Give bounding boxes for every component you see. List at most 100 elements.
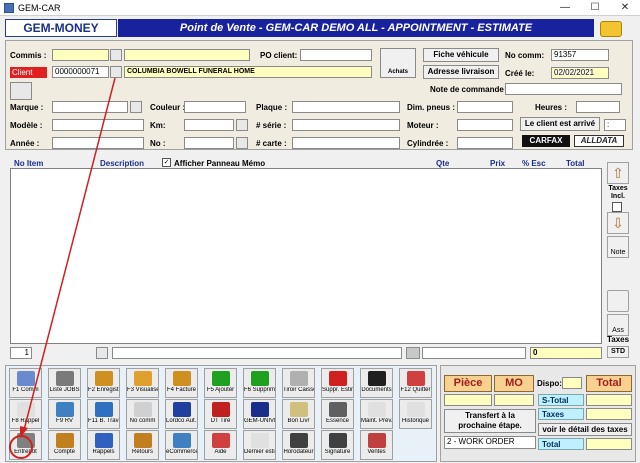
tile-ecommerce[interactable]: eCommerce xyxy=(165,430,198,460)
col-total: Total xyxy=(566,159,585,168)
commis-search-icon[interactable] xyxy=(110,49,122,61)
tile-entrep-t[interactable]: Entrepôt xyxy=(9,430,42,460)
dispo-field xyxy=(562,377,582,389)
minimize-button[interactable]: — xyxy=(550,0,580,16)
dim-pneus-input[interactable] xyxy=(457,101,513,113)
move-up-icon[interactable]: ⇧ xyxy=(607,162,629,184)
no-input[interactable] xyxy=(184,137,234,149)
col-qte: Qte xyxy=(436,159,450,168)
hexagon-icon[interactable] xyxy=(607,290,629,312)
tile-label: F4 Facture xyxy=(166,387,196,393)
tile-label: Signature xyxy=(324,449,351,455)
tile-f2-enregistrer[interactable]: F2 Enregistrer xyxy=(87,368,120,398)
col-no-item: No Item xyxy=(14,159,44,168)
couleur-label: Couleur : xyxy=(150,103,186,112)
close-button[interactable]: ✕ xyxy=(610,0,640,16)
transfert-button[interactable]: Transfert à la prochaine étape. xyxy=(444,409,536,433)
note-button[interactable]: Note xyxy=(607,236,629,258)
achats-button[interactable]: Achats xyxy=(380,48,416,78)
taxes-label: Taxes xyxy=(606,335,630,344)
tile-ventes[interactable]: Ventes xyxy=(360,430,393,460)
tile-f5-ajouter[interactable]: F5 Ajouter xyxy=(204,368,237,398)
moteur-input[interactable] xyxy=(457,119,513,131)
memo-checkbox[interactable]: ✓ xyxy=(162,158,171,167)
note-commande-input[interactable] xyxy=(505,83,622,95)
tile-gem-univer[interactable]: GEM-UNIVER... xyxy=(243,399,276,429)
ass-button[interactable]: Ass xyxy=(607,314,629,336)
tile-essence[interactable]: Essence xyxy=(321,399,354,429)
move-down-icon[interactable]: ⇩ xyxy=(607,212,629,234)
taxes-incl-checkbox[interactable] xyxy=(612,202,622,212)
couleur-input[interactable] xyxy=(184,101,246,113)
tile-icon xyxy=(55,433,74,448)
no-calendar-icon[interactable] xyxy=(236,137,248,149)
tile-historique[interactable]: Historique xyxy=(399,399,432,429)
tile-f1-comm[interactable]: F1 Comm xyxy=(9,368,42,398)
piece-header: Pièce xyxy=(444,375,492,392)
client-arrive-button[interactable]: Le client est arrivé xyxy=(520,117,600,131)
tile-f8-rappel[interactable]: F8 Rappel xyxy=(9,399,42,429)
annee-input[interactable] xyxy=(52,137,144,149)
tile-liste-jobs[interactable]: Liste JOBS xyxy=(48,368,81,398)
tile-icon xyxy=(55,371,74,386)
km-input[interactable] xyxy=(184,119,234,131)
tile-signature[interactable]: Signature xyxy=(321,430,354,460)
std-button[interactable]: STD xyxy=(607,346,629,358)
tile-rappels[interactable]: Rappels xyxy=(87,430,120,460)
cylindree-input[interactable] xyxy=(457,137,513,149)
carfax-button[interactable]: CARFAX xyxy=(522,135,570,147)
po-client-input[interactable] xyxy=(300,49,372,61)
tile-lordco-aut[interactable]: Lordco Aut... xyxy=(165,399,198,429)
title-bar: GEM-CAR — ☐ ✕ xyxy=(0,0,640,16)
tile-f4-facture[interactable]: F4 Facture xyxy=(165,368,198,398)
tile-dt-tire[interactable]: DT Tire xyxy=(204,399,237,429)
no-comm-field: 91357 xyxy=(551,49,609,61)
tile-bon-livr[interactable]: Bon Livr xyxy=(282,399,315,429)
item-description-input[interactable] xyxy=(112,347,402,359)
marque-search-icon[interactable] xyxy=(130,101,142,113)
heures-input[interactable] xyxy=(576,101,620,113)
client-print-icon[interactable] xyxy=(10,82,32,100)
tile-icon xyxy=(133,433,152,448)
tile-f9-rv[interactable]: F9 RV xyxy=(48,399,81,429)
voir-detail-taxes-button[interactable]: voir le détail des taxes xyxy=(538,423,632,436)
taxes-value xyxy=(586,408,632,420)
client-search-icon[interactable] xyxy=(110,66,122,78)
tile-dernier-estim[interactable]: Dernier estimé xyxy=(243,430,276,460)
taxes-total-label: Taxes xyxy=(538,408,584,420)
tile-f12-quitter[interactable]: F12 Quitter xyxy=(399,368,432,398)
cylindree-label: Cylindrée : xyxy=(407,139,449,148)
chat-icon[interactable] xyxy=(600,21,622,37)
maximize-button[interactable]: ☐ xyxy=(580,0,610,16)
tile-tiroir-caisse[interactable]: Tiroir Caisse xyxy=(282,368,315,398)
tile-f6-supprimer[interactable]: F6 Supprimer xyxy=(243,368,276,398)
modele-select[interactable] xyxy=(52,119,144,131)
barcode-icon[interactable] xyxy=(406,347,420,359)
commis-input[interactable] xyxy=(52,49,109,61)
tile-aide[interactable]: Aide xyxy=(204,430,237,460)
tile-compte[interactable]: Compte xyxy=(48,430,81,460)
client-number-input[interactable]: 0000000071 xyxy=(52,66,109,78)
items-table[interactable] xyxy=(10,168,602,344)
adresse-livraison-button[interactable]: Adresse livraison xyxy=(423,65,499,79)
fiche-vehicule-button[interactable]: Fiche véhicule xyxy=(423,48,499,62)
stage-select[interactable]: 2 - WORK ORDER xyxy=(444,436,536,449)
km-calendar-icon[interactable] xyxy=(236,119,248,131)
serie-input[interactable] xyxy=(292,119,400,131)
tile-maint-pr-v[interactable]: Maint. Prév. xyxy=(360,399,393,429)
tile-documents[interactable]: Documents xyxy=(360,368,393,398)
item-search-icon[interactable] xyxy=(96,347,108,359)
tile-suppr-estime[interactable]: Suppr. Estime xyxy=(321,368,354,398)
tile-horodateur[interactable]: Horodateur xyxy=(282,430,315,460)
item-qty-select[interactable] xyxy=(422,347,526,359)
tile-retours[interactable]: Retours xyxy=(126,430,159,460)
tile-f11-b-travail[interactable]: F11 B. Travail xyxy=(87,399,120,429)
dim-pneus-label: Dim. pneus : xyxy=(407,103,456,112)
marque-select[interactable] xyxy=(52,101,128,113)
carte-input[interactable] xyxy=(292,137,400,149)
plaque-input[interactable] xyxy=(292,101,400,113)
tile-label: F3 Visualiser xyxy=(127,387,158,393)
alldata-button[interactable]: ALLDATA xyxy=(574,135,624,147)
tile-f3-visualiser[interactable]: F3 Visualiser xyxy=(126,368,159,398)
tile-no-comm[interactable]: No comm xyxy=(126,399,159,429)
